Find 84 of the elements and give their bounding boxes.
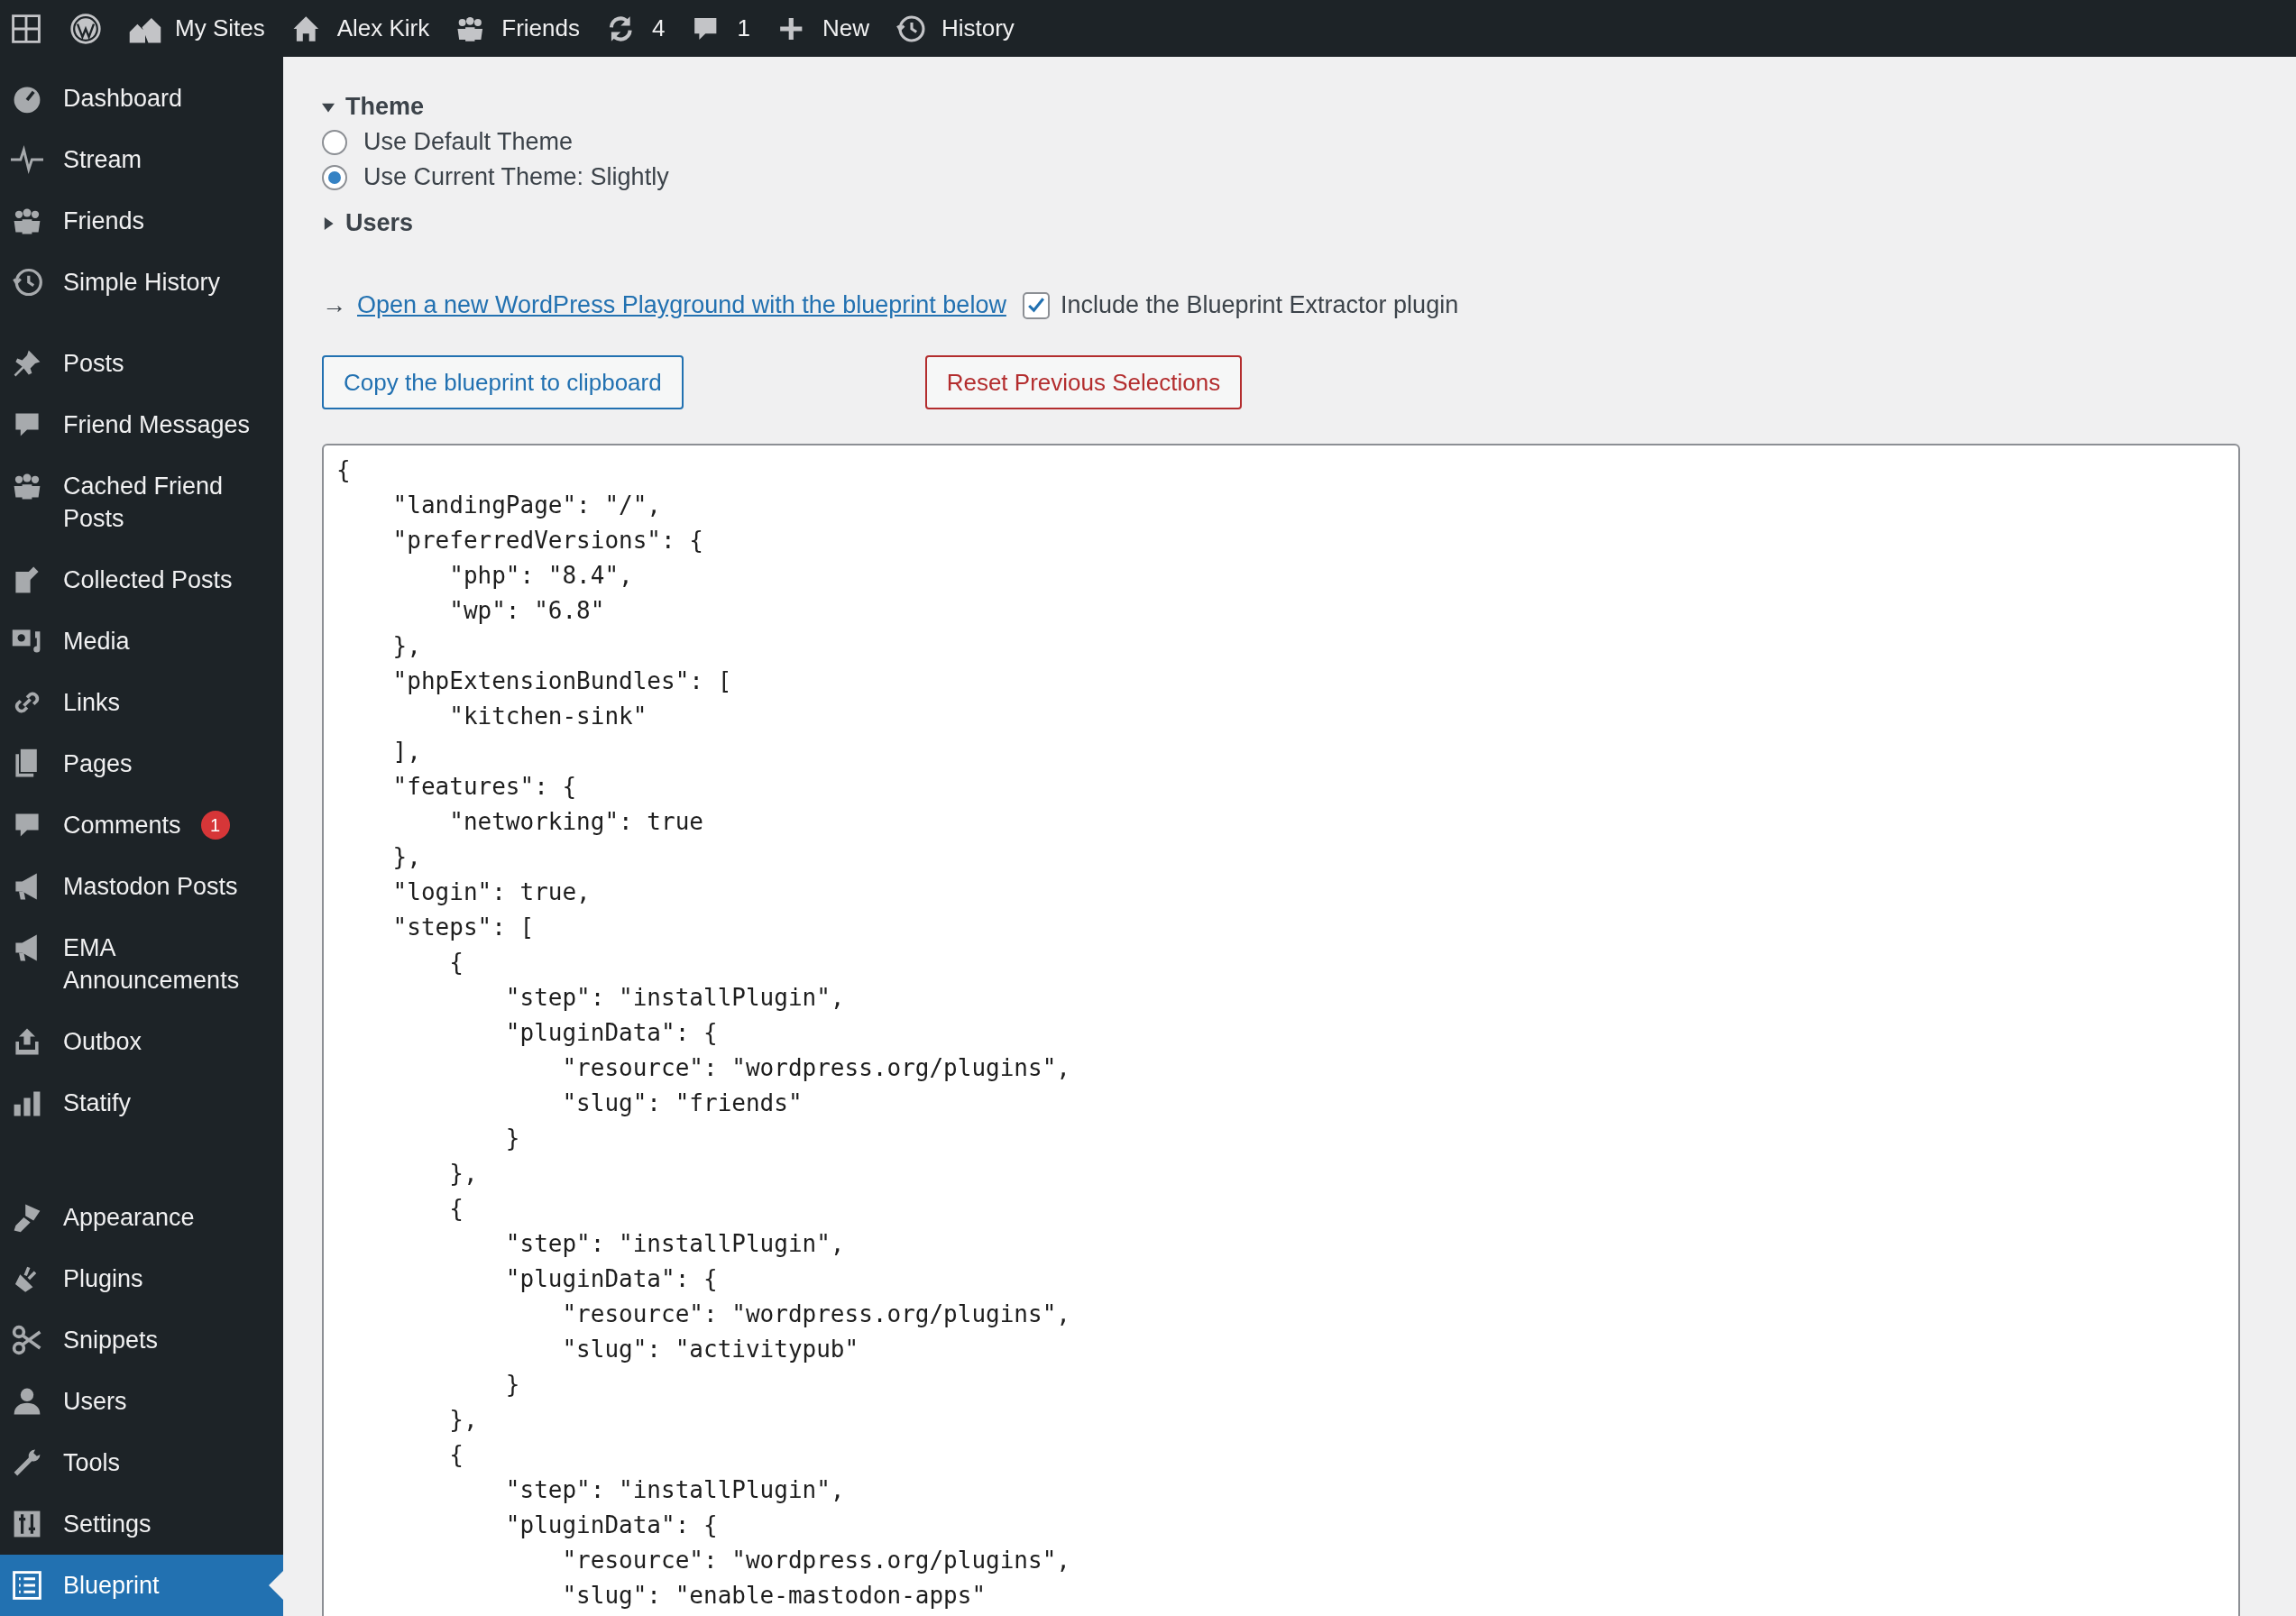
menu-item[interactable]: Pages — [0, 733, 283, 794]
toolbar-item[interactable]: 1 — [690, 12, 750, 45]
toolbar-item[interactable]: My Sites — [128, 12, 265, 45]
code-line: "pluginData": { — [504, 1018, 719, 1048]
menu-item[interactable]: Settings — [0, 1493, 283, 1555]
checkbox-label: Include the Blueprint Extractor plugin — [1060, 291, 1459, 319]
code-line: { — [448, 1194, 464, 1224]
code-line: "step": "installPlugin", — [504, 1229, 846, 1259]
menu-item[interactable]: Collected Posts — [0, 549, 283, 611]
code-line: }, — [448, 1405, 479, 1435]
menu-item[interactable]: Cached Friend Posts — [0, 455, 283, 549]
logo-icon[interactable] — [69, 12, 103, 45]
code-line: "resource": "wordpress.org/plugins", — [561, 1053, 1071, 1083]
menu-item[interactable]: Comments 1 — [0, 794, 283, 856]
code-line: "php": "8.4", — [448, 561, 634, 591]
code-line: ], — [391, 737, 422, 767]
menu-item[interactable]: Dashboard — [0, 68, 283, 129]
arrow-text: → — [322, 291, 346, 319]
count-badge: 1 — [200, 811, 230, 840]
code-line: { — [448, 948, 464, 978]
menu-item[interactable]: Media — [0, 611, 283, 672]
menu-item[interactable]: Users — [0, 1371, 283, 1432]
radio-button[interactable] — [322, 129, 347, 155]
list-icon — [11, 1569, 43, 1602]
action-button[interactable]: Reset Previous Selections — [924, 355, 1243, 409]
code-line: "phpExtensionBundles": [ — [391, 666, 733, 696]
pointer-icon — [269, 1571, 283, 1600]
radio-label: Use Current Theme: Slightly — [363, 163, 669, 191]
code-line: "pluginData": { — [504, 1264, 719, 1294]
toolbar-item[interactable]: New — [775, 12, 869, 45]
code-line: { — [336, 455, 352, 485]
radio-label: Use Default Theme — [363, 128, 574, 156]
menu-item[interactable]: Blueprint — [0, 1555, 283, 1616]
code-line: }, — [448, 1159, 479, 1189]
code-line: "slug": "friends" — [561, 1088, 804, 1118]
menu-item[interactable]: Statify — [0, 1072, 283, 1134]
code-line: "resource": "wordpress.org/plugins", — [561, 1546, 1071, 1575]
playground-link[interactable]: Open a new WordPress Playground with the blueprint below — [357, 291, 1006, 319]
menu-item[interactable]: Plugins — [0, 1248, 283, 1309]
code-line: "slug": "activitypub" — [561, 1335, 860, 1364]
menu-item[interactable]: Stream — [0, 129, 283, 190]
code-line: "step": "installPlugin", — [504, 983, 846, 1013]
code-line: "networking": true — [448, 807, 704, 837]
radio-button[interactable] — [322, 164, 347, 190]
toolbar-item[interactable]: Friends — [455, 12, 580, 45]
menu-item[interactable]: Outbox — [0, 1011, 283, 1072]
menu-item[interactable]: Mastodon Posts — [0, 856, 283, 917]
code-line: "preferredVersions": { — [391, 526, 704, 556]
section-toggle[interactable]: Users — [322, 209, 2240, 237]
toolbar-item[interactable]: History — [894, 12, 1015, 45]
toolbar-item[interactable]: Alex Kirk — [289, 12, 430, 45]
code-line: }, — [391, 842, 422, 872]
menu-item[interactable]: Friend Messages — [0, 394, 283, 455]
menu-item[interactable]: Posts — [0, 333, 283, 394]
checkbox[interactable] — [1022, 291, 1050, 319]
code-line: } — [504, 1124, 521, 1153]
menu-item[interactable]: Tools — [0, 1432, 283, 1493]
code-line: "login": true, — [391, 877, 592, 907]
menu-item[interactable]: Friends — [0, 190, 283, 252]
toolbar-item[interactable]: 4 — [604, 12, 666, 45]
code-line: "pluginData": { — [504, 1510, 719, 1540]
code-line: "resource": "wordpress.org/plugins", — [561, 1299, 1071, 1329]
clock-icon — [11, 266, 43, 298]
code-line: "step": "installPlugin", — [504, 1475, 846, 1505]
action-button[interactable]: Copy the blueprint to clipboard — [322, 355, 684, 409]
menu-item[interactable]: Links — [0, 672, 283, 733]
code-line: } — [504, 1370, 521, 1400]
menu-item[interactable]: Snippets — [0, 1309, 283, 1371]
scissors-icon — [11, 1324, 43, 1356]
code-line: "slug": "enable-mastodon-apps" — [561, 1581, 987, 1611]
code-line: { — [448, 1440, 464, 1470]
code-line: "landingPage": "/", — [391, 491, 663, 520]
code-line: "steps": [ — [391, 913, 536, 942]
menu-item[interactable]: Appearance — [0, 1187, 283, 1248]
section-toggle[interactable]: Theme — [322, 93, 2240, 121]
code-line: "wp": "6.8" — [448, 596, 606, 626]
pulse-icon — [11, 143, 43, 176]
code-line: }, — [391, 631, 422, 661]
menu-item[interactable]: Simple History — [0, 252, 283, 313]
code-line: "features": { — [391, 772, 578, 802]
code-line: "kitchen-sink" — [448, 702, 648, 731]
right-triangle-icon — [322, 216, 335, 230]
menu-item[interactable]: EMA Announcements — [0, 917, 283, 1011]
grid-icon[interactable] — [9, 12, 43, 45]
